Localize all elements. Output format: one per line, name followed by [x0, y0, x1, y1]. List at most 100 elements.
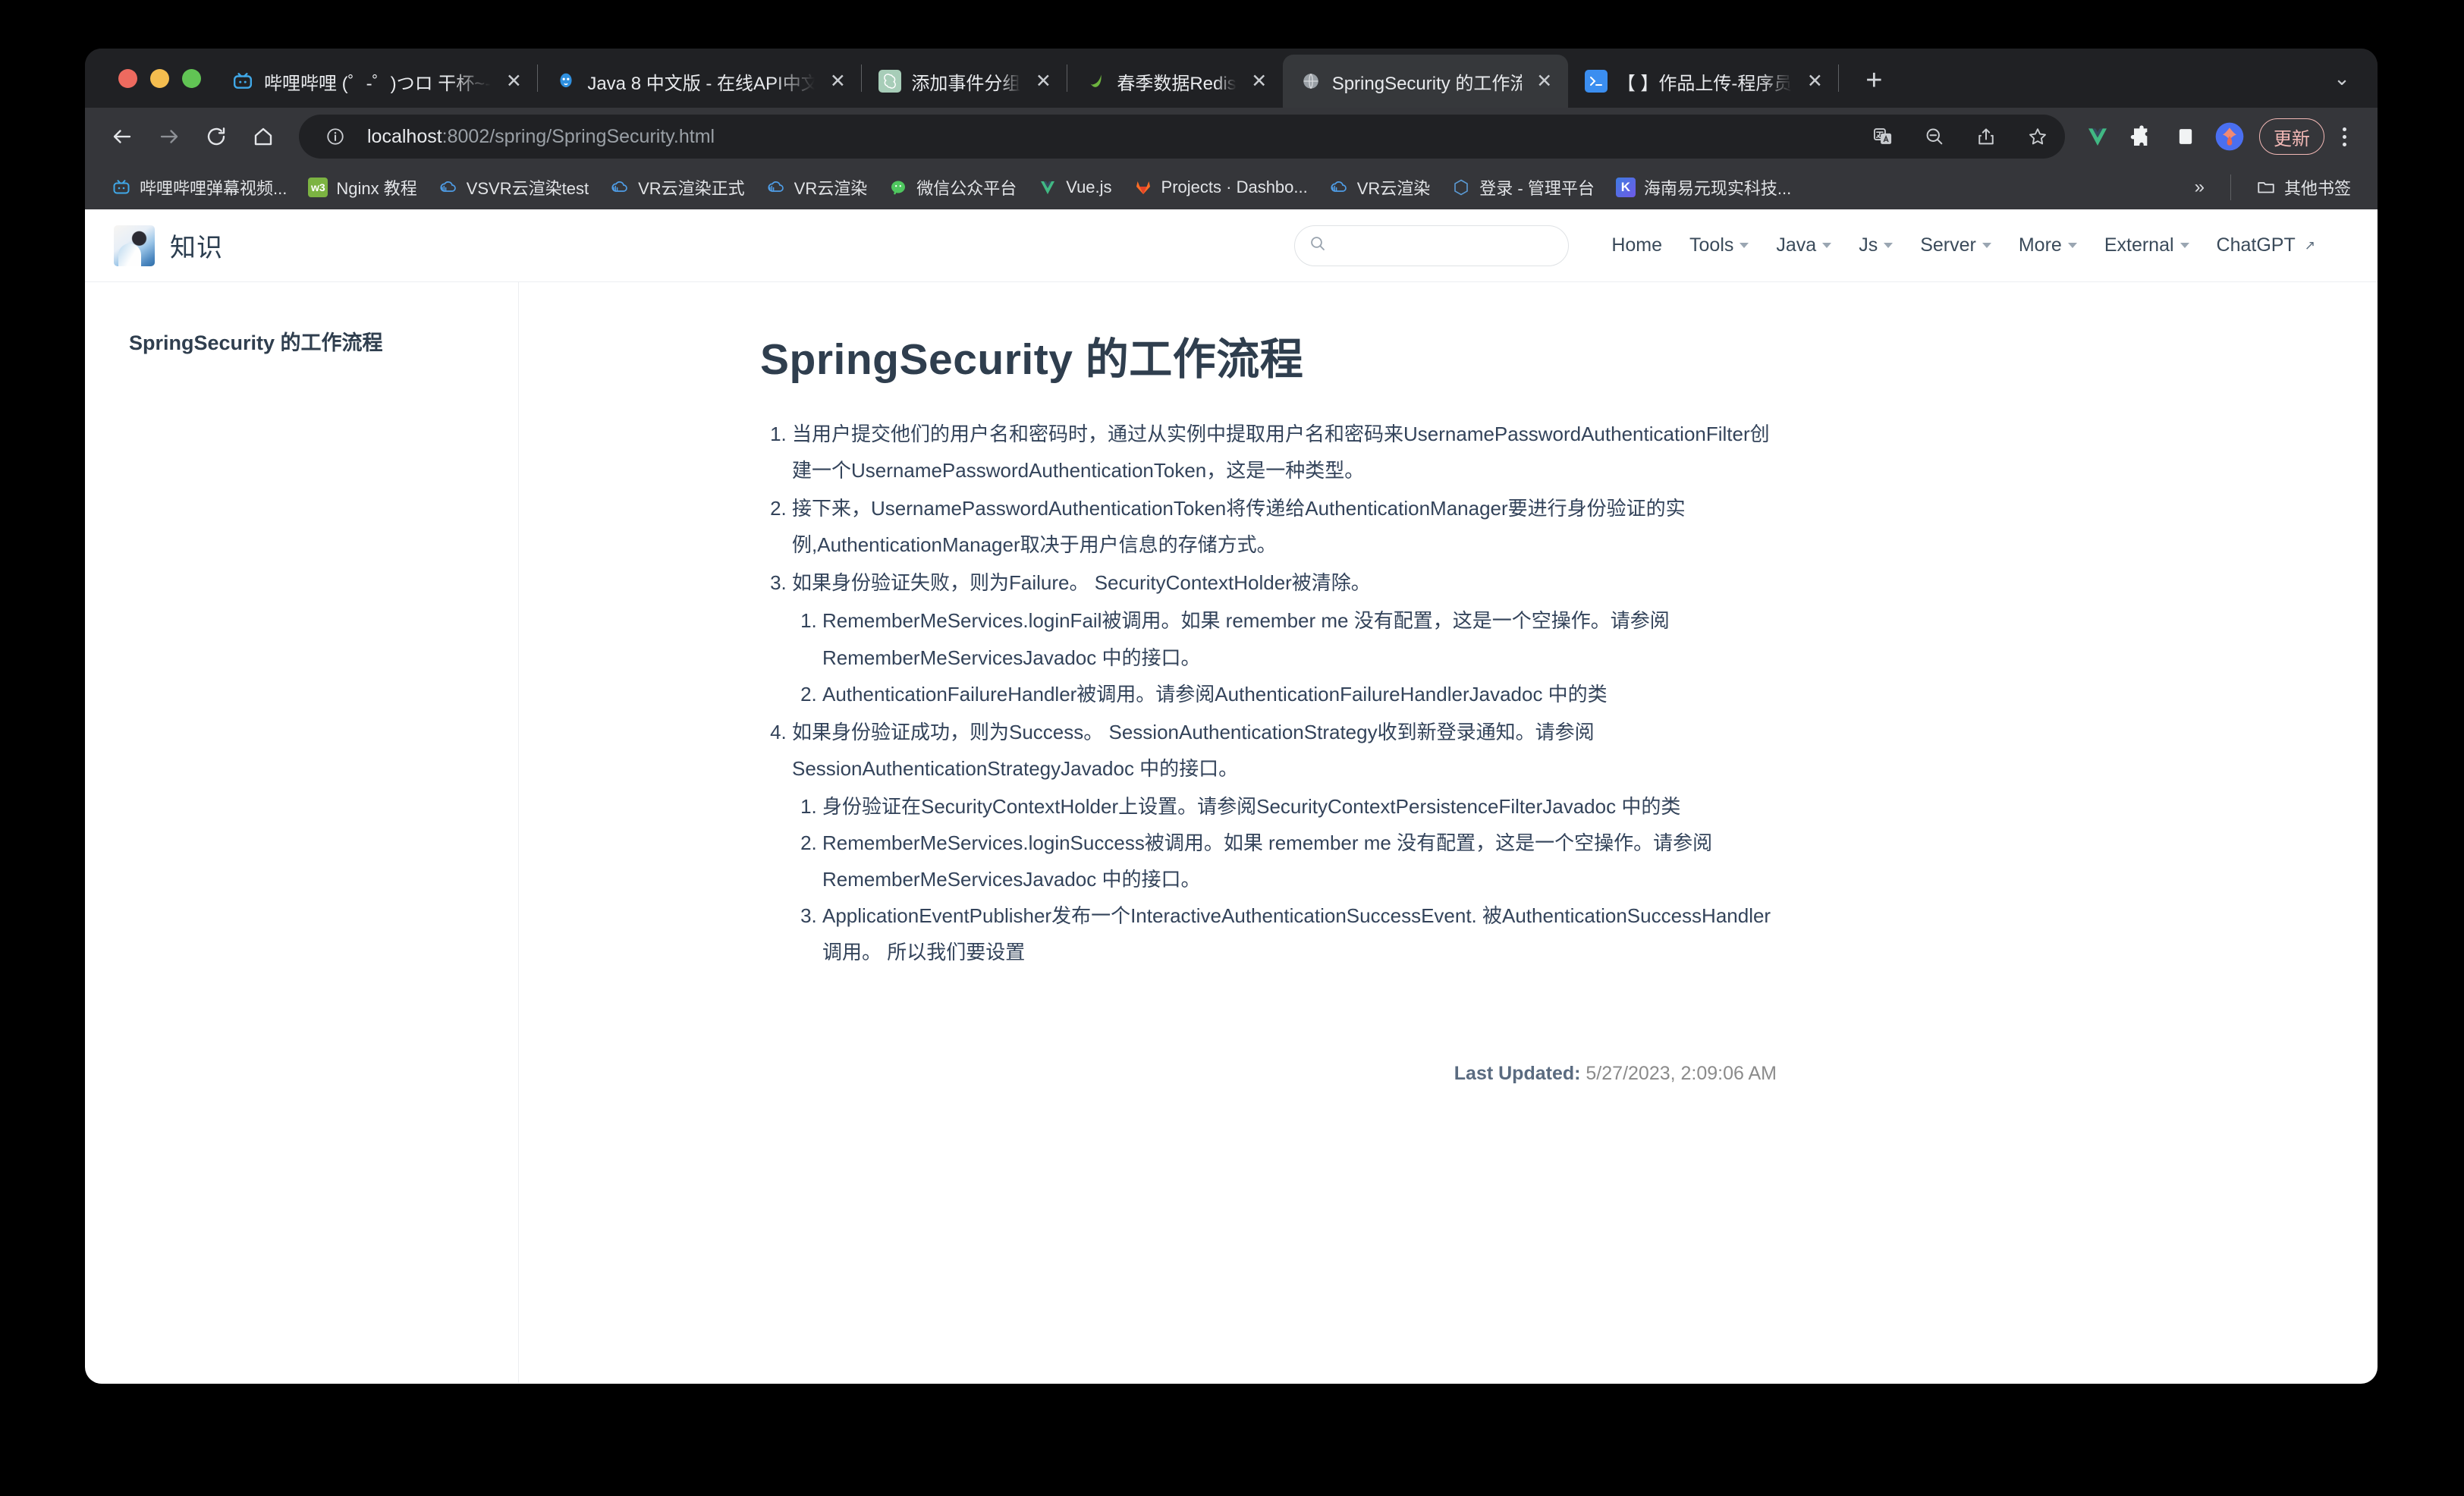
puzzle-extension-icon[interactable]: [2121, 116, 2162, 157]
browser-menu-button[interactable]: [2327, 117, 2361, 156]
site-header: 知识 Home Tools Java Js Server More Extern…: [85, 209, 2378, 282]
chevron-down-icon: [1982, 243, 1991, 248]
bookmark-item[interactable]: VR云渲染正式: [600, 171, 755, 204]
bookmark-label: 登录 - 管理平台: [1479, 179, 1595, 198]
page-title: SpringSecurity 的工作流程: [760, 335, 1304, 384]
browser-tab-active[interactable]: SpringSecurity 的工作流程 ✕: [1282, 55, 1568, 108]
reload-button[interactable]: [194, 115, 238, 159]
browser-toolbar: localhost:8002/spring/SpringSecurity.htm…: [85, 108, 2378, 165]
bookmark-item[interactable]: VR云渲染: [756, 171, 878, 204]
browser-tab[interactable]: 【 】作品上传-程序员 ✕: [1568, 55, 1839, 108]
nav-item-tools[interactable]: Tools: [1676, 234, 1762, 256]
bookmark-item[interactable]: 登录 - 管理平台: [1441, 171, 1604, 204]
nav-item-java[interactable]: Java: [1762, 234, 1845, 256]
hexagon-icon: [1451, 178, 1471, 197]
close-window-button[interactable]: [118, 68, 137, 88]
sub-list-item-text: RememberMeServices.loginFail被调用。如果 remem…: [822, 609, 1670, 669]
browser-tab[interactable]: Java 8 中文版 - 在线API中文 ✕: [538, 55, 861, 108]
browser-tab[interactable]: 添加事件分组 ✕: [862, 55, 1067, 108]
bookmark-item[interactable]: Projects · Dashbo...: [1124, 173, 1318, 202]
bookmark-item[interactable]: w3 Nginx 教程: [298, 171, 426, 204]
new-tab-button[interactable]: +: [1853, 59, 1895, 102]
browser-tab[interactable]: 春季数据Redis ✕: [1067, 55, 1282, 108]
side-panel-icon[interactable]: [2165, 116, 2206, 157]
list-item: 如果身份验证成功，则为Success。 SessionAuthenticatio…: [792, 714, 1777, 971]
bookmark-label: 哔哩哔哩弹幕视频...: [140, 179, 288, 198]
update-button[interactable]: 更新: [2259, 118, 2324, 155]
url-host: localhost: [367, 125, 442, 147]
translate-icon[interactable]: [1863, 117, 1903, 156]
zoom-out-icon[interactable]: [1915, 117, 1954, 156]
bookmark-item[interactable]: K 海南易元现实科技...: [1606, 171, 1801, 204]
url-path: :8002/spring/SpringSecurity.html: [442, 125, 715, 147]
home-button[interactable]: [241, 115, 285, 159]
nav-item-more[interactable]: More: [2005, 234, 2091, 256]
list-item-text: 如果身份验证成功，则为Success。 SessionAuthenticatio…: [792, 720, 1595, 780]
list-item: 当用户提交他们的用户名和密码时，通过从实例中提取用户名和密码来UsernameP…: [792, 416, 1777, 489]
bookmark-label: 海南易元现实科技...: [1643, 179, 1792, 198]
bookmark-label: Vue.js: [1066, 178, 1112, 196]
search-box[interactable]: [1294, 225, 1570, 266]
nav-label: ChatGPT: [2216, 234, 2296, 256]
nav-item-external[interactable]: External: [2091, 234, 2203, 256]
spring-icon: [1084, 70, 1107, 93]
browser-window: 哔哩哔哩 (゜-゜)つロ 干杯~- ✕ Java 8 中文版 - 在线API中文…: [85, 49, 2378, 1384]
cloud-icon: [1329, 178, 1349, 197]
forward-button[interactable]: [147, 115, 191, 159]
close-icon[interactable]: ✕: [1030, 68, 1056, 94]
search-icon: [1309, 234, 1327, 256]
wechat-icon: [888, 178, 908, 197]
close-icon[interactable]: ✕: [1802, 68, 1828, 94]
sub-list-item: RememberMeServices.loginFail被调用。如果 remem…: [822, 602, 1777, 675]
other-bookmarks-button[interactable]: 其他书签: [2246, 171, 2361, 204]
nav-item-js[interactable]: Js: [1845, 234, 1906, 256]
nav-label: Tools: [1689, 234, 1734, 256]
nav-label: Js: [1859, 234, 1878, 256]
external-link-icon: ↗: [2304, 237, 2315, 253]
bookmark-item[interactable]: Vue.js: [1028, 173, 1121, 202]
bookmark-label: VR云渲染正式: [638, 179, 745, 198]
vue-extension-icon[interactable]: [2077, 116, 2118, 157]
browser-tab[interactable]: 哔哩哔哩 (゜-゜)つロ 干杯~- ✕: [215, 55, 537, 108]
bookmarks-overflow-area: » 其他书签: [2184, 171, 2364, 204]
site-brand[interactable]: 知识: [114, 225, 223, 266]
sub-list-item: ApplicationEventPublisher发布一个Interactive…: [822, 897, 1777, 970]
close-icon[interactable]: ✕: [501, 68, 526, 94]
cloud-icon: [610, 178, 630, 197]
last-updated-label: Last Updated:: [1454, 1063, 1581, 1085]
address-bar[interactable]: localhost:8002/spring/SpringSecurity.htm…: [299, 115, 2065, 159]
bookmark-star-icon[interactable]: [2018, 117, 2057, 156]
chevron-down-icon[interactable]: ⌄: [2323, 59, 2361, 97]
profile-avatar-icon[interactable]: [2209, 116, 2250, 157]
share-icon[interactable]: [1966, 117, 2006, 156]
close-icon[interactable]: ✕: [1532, 68, 1557, 94]
bookmarks-divider: [2230, 174, 2231, 200]
chevron-down-icon: [2180, 243, 2189, 248]
w3c-icon: w3: [308, 178, 328, 197]
globe-icon: [1300, 70, 1322, 93]
nav-item-home[interactable]: Home: [1598, 234, 1676, 256]
sub-list: RememberMeServices.loginFail被调用。如果 remem…: [792, 602, 1777, 712]
bookmarks-overflow-button[interactable]: »: [2184, 177, 2215, 198]
close-icon[interactable]: ✕: [825, 68, 850, 94]
minimize-window-button[interactable]: [150, 68, 169, 88]
sidebar-item-springsecurity[interactable]: SpringSecurity 的工作流程: [129, 329, 482, 358]
tab-title: 春季数据Redis: [1117, 73, 1237, 94]
bookmark-item[interactable]: VSVR云渲染test: [429, 171, 599, 204]
tab-title: SpringSecurity 的工作流程: [1331, 73, 1522, 94]
back-button[interactable]: [100, 115, 144, 159]
bookmark-label: VR云渲染: [1356, 179, 1431, 198]
site-info-icon[interactable]: [316, 117, 355, 156]
nav-item-server[interactable]: Server: [1906, 234, 2005, 256]
maximize-window-button[interactable]: [182, 68, 201, 88]
bookmark-item[interactable]: VR云渲染: [1319, 171, 1441, 204]
cloud-icon: [438, 178, 458, 197]
nav-item-chatgpt[interactable]: ChatGPT ↗: [2203, 234, 2329, 256]
k-icon: K: [1615, 178, 1636, 197]
close-icon[interactable]: ✕: [1246, 68, 1272, 94]
search-input[interactable]: [1336, 235, 1555, 256]
gitlab-icon: [1133, 178, 1153, 197]
bookmark-item[interactable]: 微信公众平台: [878, 171, 1026, 204]
bookmark-item[interactable]: 哔哩哔哩弹幕视频...: [102, 171, 297, 204]
chatgpt-icon: [878, 70, 902, 93]
